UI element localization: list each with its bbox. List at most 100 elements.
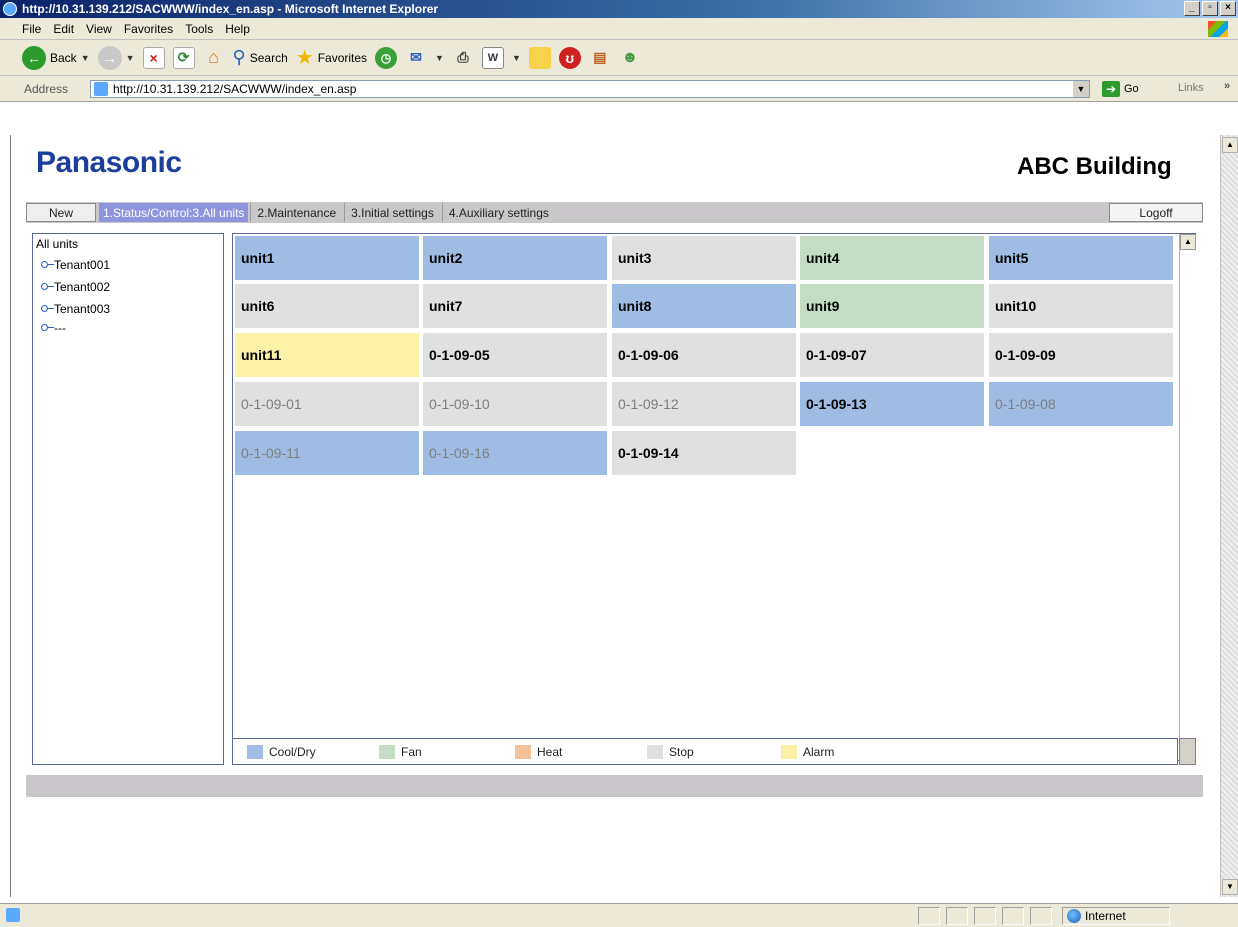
tree-node-placeholder[interactable]: ---	[36, 320, 220, 336]
ie-icon	[3, 2, 17, 16]
tab-status-control[interactable]: 1.Status/Control:3.All units	[99, 203, 249, 222]
search-icon: ⚲	[232, 47, 246, 67]
unit-tile[interactable]: 0-1-09-06	[612, 333, 796, 377]
history-icon[interactable]: ◷	[375, 46, 398, 69]
print-icon[interactable]: ⎙	[452, 47, 474, 69]
maximize-button[interactable]: ▫	[1202, 1, 1218, 16]
unit-tree: All units Tenant001 Tenant002 Tenant003 …	[32, 233, 224, 765]
scroll-down-icon[interactable]: ▼	[1222, 879, 1238, 895]
home-icon[interactable]: ⌂	[203, 47, 225, 69]
mail-icon[interactable]: ✉	[405, 47, 427, 69]
unit-tile[interactable]: 0-1-09-10	[423, 382, 607, 426]
search-label: Search	[249, 50, 288, 65]
menu-file[interactable]: File	[22, 22, 41, 36]
menu-edit[interactable]: Edit	[53, 22, 74, 36]
legend-scrollbar[interactable]	[1179, 738, 1196, 765]
unit-tile[interactable]: 0-1-09-14	[612, 431, 796, 475]
tree-root-all-units[interactable]: All units	[36, 237, 220, 251]
address-label: Address	[24, 81, 69, 96]
menu-tools[interactable]: Tools	[185, 22, 213, 36]
back-button[interactable]: ← Back ▼	[22, 45, 90, 70]
unit-tile[interactable]: unit4	[800, 236, 984, 280]
unit-tile[interactable]: 0-1-09-12	[612, 382, 796, 426]
status-cell	[946, 907, 968, 925]
legend-item: Fan	[379, 745, 422, 759]
unit-tile[interactable]: 0-1-09-08	[989, 382, 1173, 426]
unit-tile[interactable]: 0-1-09-11	[235, 431, 419, 475]
forward-arrow-icon: →	[97, 45, 122, 70]
favorites-label: Favorites	[317, 50, 368, 65]
page-scrollbar[interactable]: ▲ ▼	[1220, 135, 1238, 897]
address-bar: Address http://10.31.139.212/SACWWW/inde…	[0, 76, 1238, 102]
unit-grid-scrollbar[interactable]: ▲ ▼	[1179, 234, 1196, 760]
status-cell	[1002, 907, 1024, 925]
stop-icon[interactable]: ×	[142, 46, 165, 69]
favorites-button[interactable]: ★ Favorites	[296, 45, 367, 70]
minimize-button[interactable]: _	[1184, 1, 1200, 16]
unit-tile[interactable]: 0-1-09-13	[800, 382, 984, 426]
back-dropdown-icon[interactable]: ▼	[81, 53, 90, 63]
unit-tile[interactable]: unit6	[235, 284, 419, 328]
back-arrow-icon: ←	[22, 45, 46, 70]
menu-help[interactable]: Help	[225, 22, 250, 36]
legend-label: Alarm	[803, 745, 835, 759]
chevron-right-icon[interactable]: »	[1224, 80, 1230, 92]
edit-icon[interactable]: W	[481, 46, 504, 69]
zone-label: Internet	[1085, 909, 1126, 923]
unit-tile[interactable]: unit3	[612, 236, 796, 280]
research-icon[interactable]: ▤	[589, 47, 611, 69]
unit-tile[interactable]: 0-1-09-16	[423, 431, 607, 475]
new-button[interactable]: New	[26, 203, 96, 222]
edit-dropdown-icon[interactable]: ▼	[512, 53, 521, 63]
status-cell	[1030, 907, 1052, 925]
legend-swatch	[247, 745, 263, 759]
unit-tile[interactable]: unit11	[235, 333, 419, 377]
unit-tile[interactable]: 0-1-09-05	[423, 333, 607, 377]
scroll-up-icon[interactable]: ▲	[1222, 137, 1238, 153]
menu-view[interactable]: View	[86, 22, 112, 36]
legend-label: Cool/Dry	[269, 745, 316, 759]
unit-tile[interactable]: unit1	[235, 236, 419, 280]
search-button[interactable]: ⚲ Search	[233, 47, 288, 68]
status-cell	[974, 907, 996, 925]
links-label[interactable]: Links	[1178, 82, 1204, 94]
unit-tile[interactable]: unit9	[800, 284, 984, 328]
discuss-icon[interactable]	[528, 46, 551, 69]
main-nav: New 1.Status/Control:3.All units 2.Maint…	[26, 202, 1203, 223]
toolbar: ← Back ▼ → ▼ × ⟳ ⌂ ⚲ Search ★ Favorites …	[0, 40, 1238, 76]
close-button[interactable]: ×	[1220, 1, 1236, 16]
address-input[interactable]: http://10.31.139.212/SACWWW/index_en.asp…	[90, 80, 1090, 98]
unit-tile[interactable]: 0-1-09-01	[235, 382, 419, 426]
users-icon[interactable]: ☻	[619, 47, 641, 69]
forward-dropdown-icon[interactable]: ▼	[126, 53, 135, 63]
refresh-icon[interactable]: ⟳	[172, 46, 195, 69]
forward-button[interactable]: → ▼	[97, 45, 135, 70]
tab-auxiliary-settings[interactable]: 4.Auxiliary settings	[441, 203, 555, 222]
tab-maintenance[interactable]: 2.Maintenance	[250, 203, 342, 222]
unit-tile[interactable]: 0-1-09-09	[989, 333, 1173, 377]
logoff-button[interactable]: Logoff	[1109, 203, 1203, 222]
tree-node-tenant001[interactable]: Tenant001	[36, 254, 220, 276]
unit-tile[interactable]: unit2	[423, 236, 607, 280]
menu-favorites[interactable]: Favorites	[124, 22, 173, 36]
legend-label: Heat	[537, 745, 563, 759]
go-button[interactable]: ➔ Go	[1102, 81, 1139, 97]
messenger-icon[interactable]: ʊ	[558, 46, 581, 69]
building-name: ABC Building	[1017, 153, 1172, 180]
mail-dropdown-icon[interactable]: ▼	[435, 53, 444, 63]
legend-item: Stop	[647, 745, 694, 759]
title-bar: http://10.31.139.212/SACWWW/index_en.asp…	[0, 0, 1238, 18]
tree-node-tenant002[interactable]: Tenant002	[36, 276, 220, 298]
tab-initial-settings[interactable]: 3.Initial settings	[344, 203, 440, 222]
ie-page-icon	[6, 908, 20, 922]
legend-label: Stop	[669, 745, 694, 759]
unit-tile[interactable]: unit7	[423, 284, 607, 328]
tree-node-tenant003[interactable]: Tenant003	[36, 298, 220, 320]
grid-scroll-up-icon[interactable]: ▲	[1180, 234, 1196, 250]
address-dropdown-icon[interactable]: ▼	[1073, 81, 1089, 97]
legend-swatch	[647, 745, 663, 759]
unit-tile[interactable]: unit10	[989, 284, 1173, 328]
unit-tile[interactable]: unit8	[612, 284, 796, 328]
unit-tile[interactable]: unit5	[989, 236, 1173, 280]
unit-tile[interactable]: 0-1-09-07	[800, 333, 984, 377]
